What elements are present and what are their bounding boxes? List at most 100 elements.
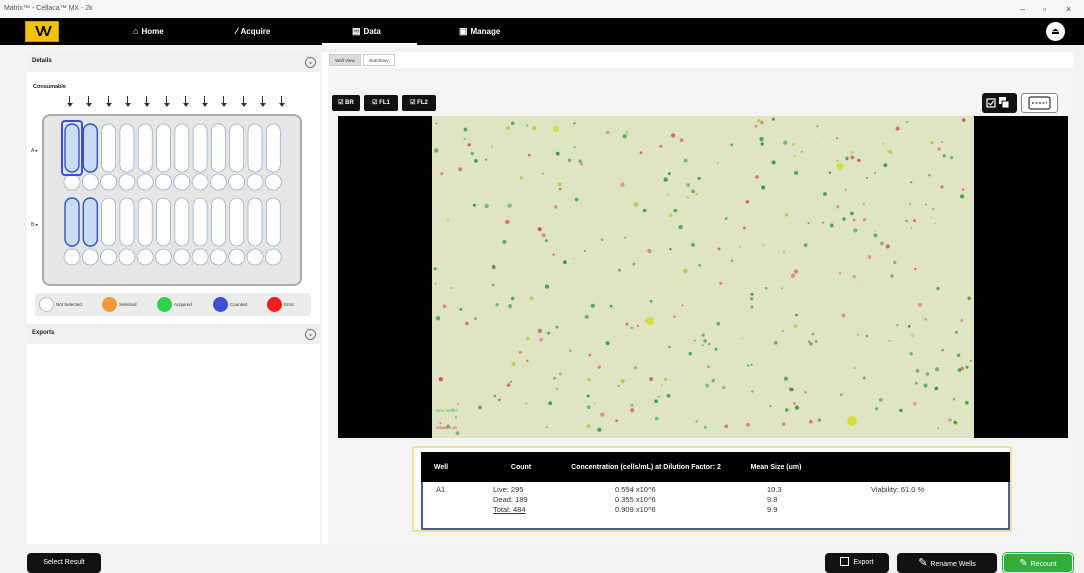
eject-icon[interactable]: ⏏ — [1046, 22, 1065, 41]
tab-summary[interactable]: Summary — [363, 54, 395, 66]
exports-collapse-icon[interactable]: ⌄ — [305, 329, 316, 340]
plate-well[interactable] — [247, 123, 263, 173]
cell-dot — [511, 121, 515, 125]
column-arrow-icon[interactable] — [240, 96, 247, 108]
plate-well-round[interactable] — [228, 248, 246, 266]
plate-well-round[interactable] — [136, 173, 154, 191]
plate-well[interactable] — [64, 123, 80, 173]
minimize-icon[interactable]: – — [1020, 4, 1025, 14]
plate-well-round[interactable] — [191, 248, 209, 266]
plate-well-round[interactable] — [173, 173, 191, 191]
plate-well[interactable] — [210, 123, 226, 173]
plate-well-round[interactable] — [246, 173, 264, 191]
details-collapse-icon[interactable]: ⌄ — [305, 57, 316, 68]
plate-well[interactable] — [82, 123, 98, 173]
plate-well[interactable] — [101, 123, 116, 173]
nav-acquire[interactable]: ⁄ Acquire — [236, 18, 270, 45]
view-options-toggle[interactable] — [1021, 93, 1058, 113]
plate-well[interactable] — [119, 197, 135, 247]
plate-well-round[interactable] — [118, 173, 136, 191]
tab-well-view[interactable]: Well View — [329, 54, 361, 66]
microscope-image[interactable]: ROC WORT WDW8 L1B — [432, 116, 974, 438]
plate-well-round[interactable] — [246, 248, 264, 266]
plate-well[interactable] — [265, 123, 281, 173]
plate-well-round[interactable] — [100, 173, 117, 191]
plate-well[interactable] — [192, 123, 208, 173]
cell-dot — [913, 401, 917, 406]
plate-well-round[interactable] — [63, 248, 81, 266]
plate-well[interactable] — [210, 197, 226, 247]
results-panel: Well View Summary ☑ BR ☑ FL1 ☑ FL2 ROC W… — [322, 52, 1073, 546]
column-arrow-icon[interactable] — [144, 96, 151, 108]
cell-dot — [853, 228, 858, 233]
restore-icon[interactable]: ▫ — [1043, 4, 1046, 14]
plate-well[interactable] — [247, 197, 263, 247]
cell-dot — [888, 150, 893, 154]
cell-dot — [554, 205, 558, 209]
plate-well-round[interactable] — [264, 173, 282, 191]
plate-well-round[interactable] — [63, 173, 81, 191]
cell-dot — [491, 283, 495, 287]
nav-manage[interactable]: ▣ Manage — [459, 18, 500, 45]
cell-dot — [719, 281, 722, 285]
recount-button[interactable]: ✎ Recount — [1003, 553, 1073, 573]
column-arrow-icon[interactable] — [202, 96, 209, 108]
rename-wells-button[interactable]: ✎ Rename Wells — [897, 553, 997, 573]
cell-dot — [686, 195, 690, 199]
well-plate-graphic[interactable] — [44, 116, 300, 284]
plate-well[interactable] — [229, 123, 245, 173]
plate-well[interactable] — [192, 197, 208, 247]
select-result-button[interactable]: Select Result — [27, 553, 101, 573]
nav-data[interactable]: ▤ Data — [322, 18, 417, 45]
plate-well[interactable] — [101, 197, 116, 247]
cell-dot — [569, 349, 572, 352]
column-arrow-icon[interactable] — [182, 96, 189, 108]
column-arrow-icon[interactable] — [105, 96, 112, 108]
channel-fl2-toggle[interactable]: ☑ FL2 — [402, 95, 436, 111]
plate-well-round[interactable] — [136, 248, 154, 266]
column-arrow-icon[interactable] — [86, 96, 93, 108]
column-arrow-icon[interactable] — [124, 96, 131, 108]
plate-well-round[interactable] — [155, 173, 172, 191]
column-arrow-icon[interactable] — [221, 96, 228, 108]
plate-well[interactable] — [174, 123, 190, 173]
cell-dot — [695, 420, 698, 423]
plate-well[interactable] — [156, 123, 171, 173]
cell-dot — [769, 404, 772, 408]
image-viewer[interactable]: ROC WORT WDW8 L1B — [338, 116, 1068, 438]
plate-well-round[interactable] — [100, 248, 117, 266]
plate-well[interactable] — [174, 197, 190, 247]
plate-well-round[interactable] — [191, 173, 209, 191]
plate-well[interactable] — [64, 197, 80, 247]
plate-well-round[interactable] — [155, 248, 172, 266]
plate-well-round[interactable] — [264, 248, 282, 266]
plate-well[interactable] — [137, 123, 153, 173]
plate-well-round[interactable] — [118, 248, 136, 266]
cell-dot — [760, 142, 764, 146]
plate-well[interactable] — [265, 197, 281, 247]
plate-well[interactable] — [156, 197, 171, 247]
column-arrow-icon[interactable] — [260, 96, 266, 108]
channel-br-toggle[interactable]: ☑ BR — [332, 95, 360, 111]
cell-dot — [563, 260, 567, 264]
column-arrow-icon[interactable] — [279, 96, 286, 108]
cell-dot — [857, 333, 860, 336]
cell-dot — [809, 342, 813, 346]
plate-well-round[interactable] — [81, 248, 99, 266]
channel-fl1-toggle[interactable]: ☑ FL1 — [364, 95, 398, 111]
plate-well-round[interactable] — [81, 173, 99, 191]
plate-well[interactable] — [119, 123, 135, 173]
export-button[interactable]: Export — [825, 553, 889, 573]
overlay-toggle[interactable] — [982, 93, 1017, 113]
plate-well-round[interactable] — [209, 173, 227, 191]
plate-well-round[interactable] — [173, 248, 191, 266]
column-arrow-icon[interactable] — [163, 96, 170, 108]
column-arrow-icon[interactable] — [67, 96, 73, 108]
nav-home[interactable]: ⌂ Home — [133, 18, 164, 45]
plate-well[interactable] — [137, 197, 153, 247]
close-icon[interactable]: × — [1066, 4, 1071, 14]
plate-well[interactable] — [82, 197, 98, 247]
plate-well-round[interactable] — [209, 248, 227, 266]
plate-well-round[interactable] — [228, 173, 246, 191]
plate-well[interactable] — [229, 197, 245, 247]
